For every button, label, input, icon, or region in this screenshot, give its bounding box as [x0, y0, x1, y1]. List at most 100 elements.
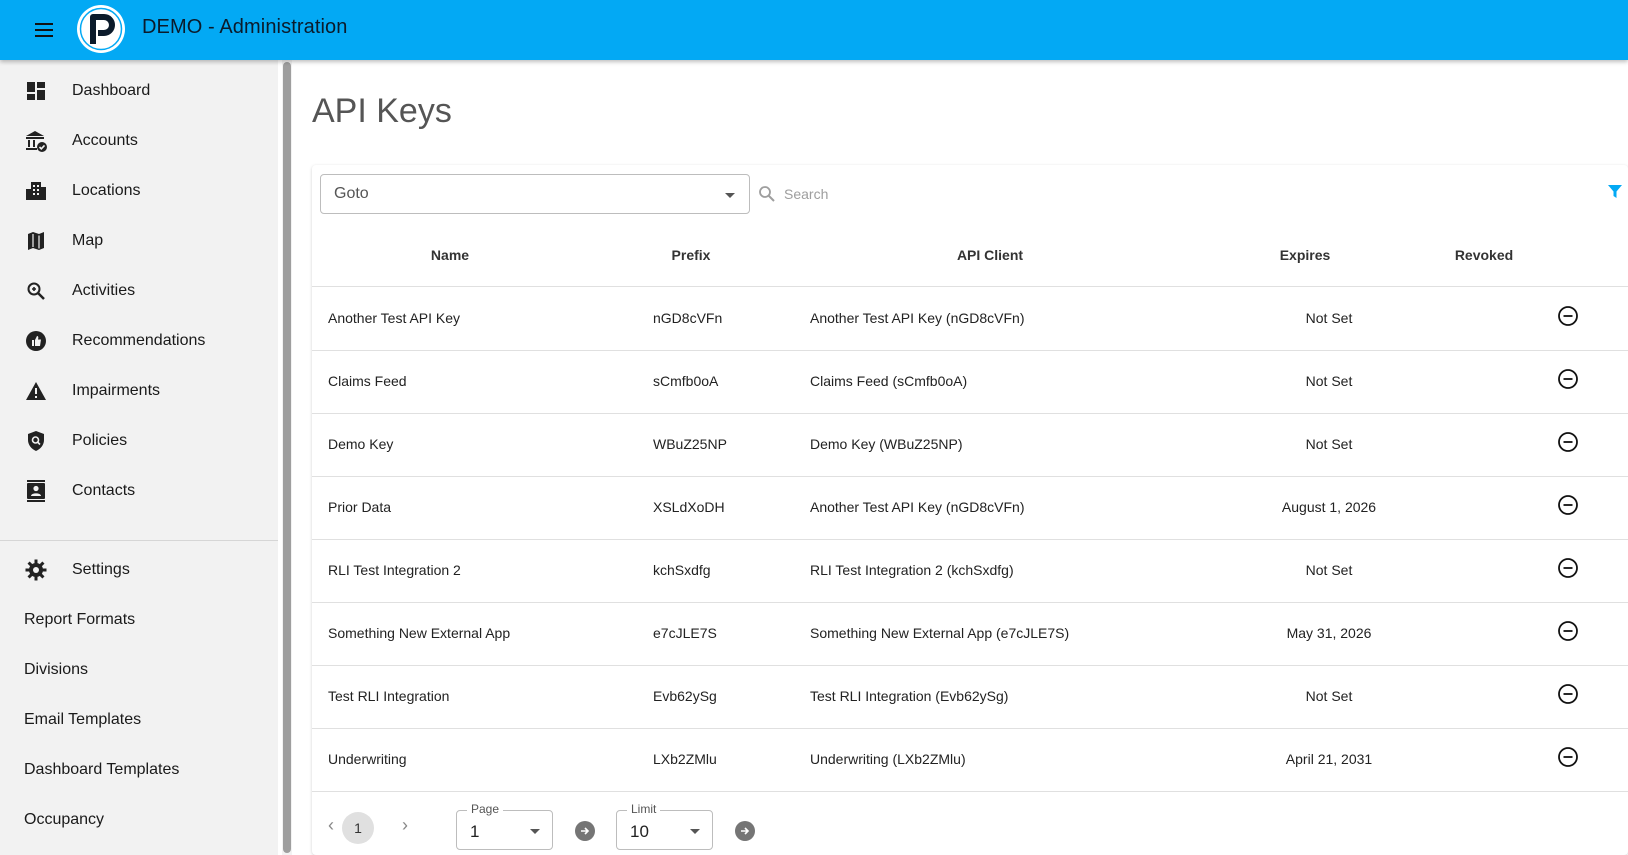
- page-title: API Keys: [312, 92, 452, 130]
- sidebar-scrollbar[interactable]: [282, 60, 292, 855]
- cell-prefix: LXb2ZMlu: [653, 751, 717, 767]
- sidebar-item-locations[interactable]: Locations: [0, 167, 278, 215]
- sidebar-item-label: Contacts: [72, 482, 136, 499]
- sidebar-item-activities[interactable]: Activities: [0, 267, 278, 315]
- cell-prefix: sCmfb0oA: [653, 373, 719, 389]
- go-to-page-button[interactable]: [575, 821, 595, 841]
- revoke-icon[interactable]: [1557, 683, 1579, 705]
- sidebar-item-report-formats[interactable]: Report Formats: [0, 596, 278, 644]
- revoke-icon[interactable]: [1557, 557, 1579, 579]
- recommendations-icon: [24, 329, 48, 353]
- dashboard-icon: [24, 79, 48, 103]
- page-number-current[interactable]: 1: [342, 812, 374, 844]
- cell-api-client: RLI Test Integration 2 (kchSxdfg): [810, 562, 1014, 578]
- cell-prefix: nGD8cVFn: [653, 310, 723, 326]
- sidebar-item-label: Accounts: [72, 132, 138, 149]
- cell-expires: Not Set: [1305, 562, 1353, 578]
- policies-icon: [24, 429, 48, 453]
- sidebar-item-settings[interactable]: Settings: [0, 546, 278, 594]
- sidebar-item-label: Divisions: [24, 661, 89, 678]
- revoke-icon[interactable]: [1557, 620, 1579, 642]
- limit-select-label: Limit: [627, 802, 661, 816]
- search-input[interactable]: [784, 179, 1284, 209]
- sidebar-item-label: Locations: [72, 182, 141, 199]
- revoke-icon[interactable]: [1557, 746, 1579, 768]
- cell-expires: May 31, 2026: [1286, 625, 1372, 641]
- sidebar-item-label: Recommendations: [72, 332, 206, 349]
- chevron-down-icon: [690, 829, 700, 834]
- chevron-down-icon: [725, 193, 735, 198]
- cell-expires: Not Set: [1305, 373, 1353, 389]
- goto-select[interactable]: Goto: [320, 174, 750, 214]
- sidebar-item-label: Dashboard: [72, 82, 151, 99]
- revoke-icon[interactable]: [1557, 494, 1579, 516]
- cell-expires: Not Set: [1305, 688, 1353, 704]
- sidebar-item-email-templates[interactable]: Email Templates: [0, 696, 278, 744]
- sidebar-item-policies[interactable]: Policies: [0, 417, 278, 465]
- sidebar-divider: [0, 540, 278, 541]
- sidebar-scrollbar-thumb[interactable]: [283, 62, 291, 853]
- warning-icon: [24, 379, 48, 403]
- filter-icon[interactable]: [1608, 185, 1622, 199]
- column-header-revoked[interactable]: Revoked: [1455, 247, 1513, 263]
- sidebar-item-divisions[interactable]: Divisions: [0, 646, 278, 694]
- column-header-expires[interactable]: Expires: [1280, 247, 1331, 263]
- revoke-icon[interactable]: [1557, 431, 1579, 453]
- apply-limit-button[interactable]: [735, 821, 755, 841]
- column-header-api-client[interactable]: API Client: [957, 247, 1023, 263]
- cell-name: RLI Test Integration 2: [328, 562, 461, 578]
- sidebar-item-map[interactable]: Map: [0, 217, 278, 265]
- cell-api-client: Demo Key (WBuZ25NP): [810, 436, 963, 452]
- cell-api-client: Another Test API Key (nGD8cVFn): [810, 310, 1025, 326]
- cell-name: Another Test API Key: [328, 310, 461, 326]
- sidebar-item-recommendations[interactable]: Recommendations: [0, 317, 278, 365]
- sidebar-item-accounts[interactable]: Accounts: [0, 117, 278, 165]
- cell-expires: Not Set: [1305, 436, 1353, 452]
- table-row[interactable]: Something New External App e7cJLE7S Someth…: [312, 603, 1628, 666]
- cell-prefix: e7cJLE7S: [653, 625, 717, 641]
- sidebar-item-dashboard[interactable]: Dashboard: [0, 67, 278, 115]
- logo: [77, 5, 125, 53]
- cell-prefix: XSLdXoDH: [653, 499, 725, 515]
- sidebar-item-contacts[interactable]: Contacts: [0, 467, 278, 515]
- table-row[interactable]: Claims Feed sCmfb0oA Claims Feed (sCmfb0oA…: [312, 351, 1628, 414]
- limit-select[interactable]: Limit 10: [616, 802, 713, 850]
- chevron-left-icon[interactable]: ‹: [328, 815, 334, 836]
- sidebar-item-impairments[interactable]: Impairments: [0, 367, 278, 415]
- sidebar: Dashboard Accounts Locations Map Activit…: [0, 60, 278, 855]
- accounts-icon: [24, 129, 48, 153]
- table-row[interactable]: Underwriting LXb2ZMlu Underwriting (LXb2ZM…: [312, 729, 1628, 792]
- table-row[interactable]: Test RLI Integration Evb62ySg Test RLI Int…: [312, 666, 1628, 729]
- sidebar-item-label: Activities: [72, 282, 136, 299]
- sidebar-item-dashboard-templates[interactable]: Dashboard Templates: [0, 746, 278, 794]
- sidebar-item-occupancy[interactable]: Occupancy: [0, 796, 278, 844]
- column-header-name[interactable]: Name: [431, 247, 469, 263]
- hamburger-menu-icon[interactable]: [31, 17, 57, 43]
- cell-name: Something New External App: [328, 625, 511, 641]
- chevron-right-icon[interactable]: ›: [402, 815, 408, 836]
- column-header-prefix[interactable]: Prefix: [672, 247, 711, 263]
- api-keys-card: Goto Name Prefix API Client Expires Revo…: [312, 165, 1628, 855]
- map-icon: [24, 229, 48, 253]
- cell-name: Underwriting: [328, 751, 407, 767]
- sidebar-item-label: Map: [72, 232, 104, 249]
- table-header: Name Prefix API Client Expires Revoked: [312, 227, 1628, 287]
- contacts-icon: [24, 479, 48, 503]
- limit-select-value: 10: [630, 822, 649, 841]
- app-bar: DEMO - Administration: [0, 0, 1628, 60]
- table-row[interactable]: Prior Data XSLdXoDH Another Test API Key (…: [312, 477, 1628, 540]
- table-row[interactable]: Demo Key WBuZ25NP Demo Key (WBuZ25NP) Not S…: [312, 414, 1628, 477]
- page-select-value: 1: [470, 822, 480, 841]
- cell-prefix: kchSxdfg: [653, 562, 711, 578]
- sidebar-item-label: Settings: [72, 561, 130, 578]
- table-row[interactable]: Another Test API Key nGD8cVFn Another Test…: [312, 288, 1628, 351]
- cell-api-client: Test RLI Integration (Evb62ySg): [810, 688, 1009, 704]
- cell-name: Demo Key: [328, 436, 394, 452]
- cell-api-client: Underwriting (LXb2ZMlu): [810, 751, 966, 767]
- cell-name: Claims Feed: [328, 373, 407, 389]
- revoke-icon[interactable]: [1557, 305, 1579, 327]
- revoke-icon[interactable]: [1557, 368, 1579, 390]
- pagination: ‹ 1 › Page 1 Limit 10: [312, 798, 1628, 855]
- page-select[interactable]: Page 1: [456, 802, 553, 850]
- table-row[interactable]: RLI Test Integration 2 kchSxdfg RLI Test I…: [312, 540, 1628, 603]
